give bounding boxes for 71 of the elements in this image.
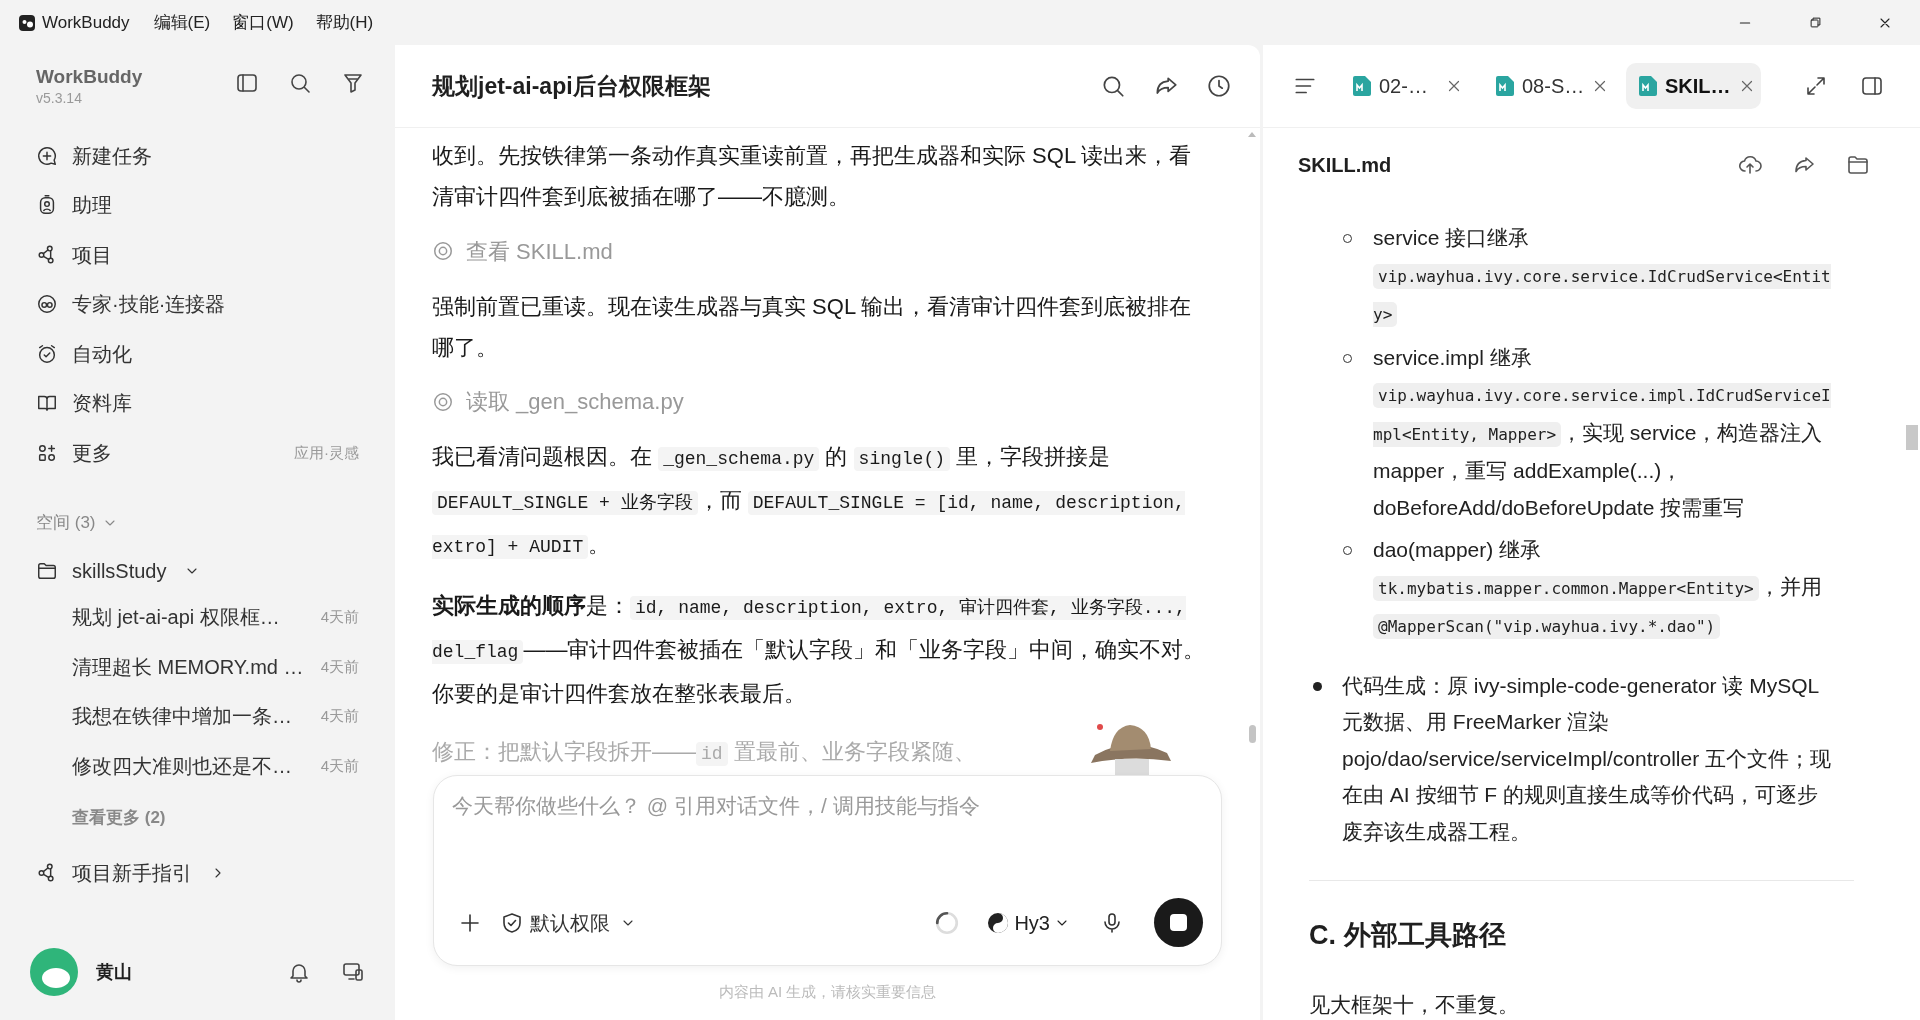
scrollbar-thumb[interactable] (1249, 725, 1256, 743)
file-tab[interactable]: SKIL… (1626, 63, 1761, 109)
message-text: 我已看清问题根因。在 _gen_schema.py 的 single() 里，字段拼接是 DEFAULT_SINGLE + 业务字段 ，而 DEFAULT_SINGLE = [id, name, description, extro] + AUDIT 。 (432, 443, 1186, 561)
task-time: 4天前 (320, 706, 359, 726)
file-tab[interactable]: 08-S… (1483, 63, 1618, 109)
scrollbar-thumb[interactable] (1906, 425, 1918, 450)
message-input[interactable]: 今天帮你做些什么？ @ 引用对话文件，/ 调用技能与指令 (452, 790, 1203, 880)
disclaimer-text: 内容由 AI 生成，请核实重要信息 (718, 982, 937, 1002)
nav-item[interactable]: 新建任务 (0, 131, 395, 181)
permission-dropdown[interactable]: 默认权限 (500, 907, 636, 938)
user-name: 黄山 (96, 960, 132, 984)
circles-icon (36, 293, 58, 316)
nav-item[interactable]: 更多 应用·灵感 (0, 428, 395, 478)
avatar-icon[interactable] (30, 948, 78, 996)
message-composer[interactable]: 今天帮你做些什么？ @ 引用对话文件，/ 调用技能与指令 默认权限 Hy3 (433, 775, 1222, 966)
app-name: WorkBuddy (42, 11, 130, 34)
nav-item[interactable]: 项目 (0, 230, 395, 280)
markdown-file-icon (1352, 75, 1372, 97)
spinner-icon (934, 909, 961, 936)
task-time: 4天前 (320, 607, 359, 627)
version-label: v5.3.14 (36, 89, 83, 107)
devices-icon[interactable] (341, 960, 365, 984)
guide-item[interactable]: 项目新手指引 (0, 858, 395, 888)
folder-icon[interactable] (1846, 153, 1870, 177)
panel-icon[interactable] (1860, 74, 1884, 98)
section-heading: C. 外部工具路径 (1309, 919, 1507, 952)
document-title: SKILL.md (1298, 153, 1392, 178)
search-icon[interactable] (288, 71, 312, 95)
menu-item[interactable]: 编辑(E) (153, 9, 211, 36)
app-name: WorkBuddy (36, 65, 143, 89)
task-item[interactable]: 规划 jet-ai-api 权限框… 4天前 (0, 592, 395, 642)
file-tab[interactable]: 02-… (1340, 63, 1475, 109)
nav-item[interactable]: 专家·技能·连接器 (0, 279, 395, 329)
app-logo-icon (18, 13, 36, 32)
message-text: 修正：把默认字段拆开—— id 置最前、业务字段紧随、 (432, 738, 977, 768)
sidebar-toggle-icon[interactable] (235, 71, 259, 95)
scrollbar-arrow[interactable] (1248, 132, 1256, 137)
alarm-clock-icon (36, 342, 58, 365)
markdown-file-icon (1495, 75, 1515, 97)
model-logo-icon (986, 910, 1011, 935)
target-icon (432, 240, 454, 263)
history-icon[interactable] (1206, 73, 1232, 99)
message-text: 收到。先按铁律第一条动作真实重读前置，再把生成器和实际 SQL 读出来，看清审计四件套到底被插在哪了——不臆测。 (432, 142, 1193, 211)
nav-item[interactable]: 助理 (0, 180, 395, 230)
upload-icon[interactable] (1738, 153, 1762, 177)
nav-item[interactable]: 资料库 (0, 378, 395, 428)
task-item[interactable]: 清理超长 MEMORY.md … 4天前 (0, 642, 395, 692)
nav-note: 应用·灵感 (294, 442, 359, 463)
model-dropdown[interactable]: Hy3 (986, 907, 1070, 938)
filter-icon[interactable] (341, 71, 365, 95)
message-text: 强制前置已重读。现在读生成器与真实 SQL 输出，看清审计四件套到底被排在哪了。 (432, 292, 1193, 362)
chat-title: 规划jet-ai-api后台权限框架 (432, 71, 711, 101)
markdown-file-icon (1638, 75, 1658, 97)
nav-item[interactable]: 自动化 (0, 329, 395, 379)
stop-icon (1170, 914, 1187, 931)
expand-icon[interactable] (1804, 74, 1828, 98)
task-item[interactable]: 我想在铁律中增加一条… 4天前 (0, 691, 395, 741)
restore-icon[interactable] (1807, 15, 1823, 30)
task-time: 4天前 (320, 755, 359, 776)
list-item-text: dao(mapper) 继承 tk.mybatis.mapper.common.Mapper<Entity> ，并用 @MapperScan("vip.wayhua.ivy.*.dao") (1373, 532, 1834, 646)
folder-item[interactable]: skillsStudy (0, 555, 395, 586)
chat-plus-icon (36, 144, 58, 167)
menu-item[interactable]: 窗口(W) (232, 9, 294, 36)
stop-button[interactable] (1154, 898, 1203, 947)
menu-item[interactable]: 帮助(H) (315, 9, 374, 36)
task-item[interactable]: 修改四大准则也还是不… 4天前 (0, 741, 395, 791)
list-item-text: 代码生成：原 ivy-simple-code-generator 读 MySQL 元数据、用 FreeMarker 渲染 pojo/dao/service/serviceImpl/controller 五个文件；现在由 AI 按细节 F 的规则直接生成等价代码，可逐步废弃该生成器工程。 (1342, 672, 1832, 845)
paragraph-text: 见大框架十，不重复。 (1309, 992, 1520, 1018)
task-time: 4天前 (320, 656, 359, 677)
target-icon (432, 390, 454, 413)
shield-check-icon (500, 910, 524, 935)
